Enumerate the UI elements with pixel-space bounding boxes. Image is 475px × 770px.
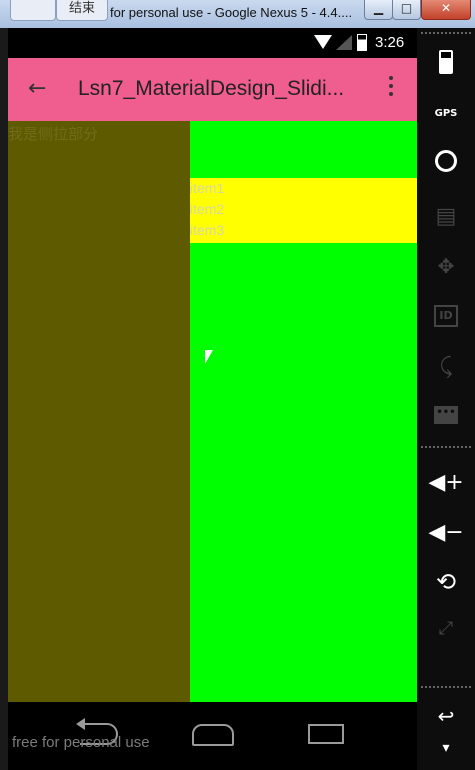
more-vert-icon[interactable] [388,76,394,100]
side-drawer[interactable]: 我是侧拉部分 [8,121,190,702]
window-titlebar: 结束 for personal use - Google Nexus 5 - 4… [0,0,475,28]
fullscreen-icon: ⤢ [438,618,454,639]
arrow-back-icon[interactable]: ← [28,77,46,101]
camera-icon[interactable] [417,150,475,172]
message-icon: ••• [417,406,475,424]
signal-icon [336,35,352,50]
nav-home-icon[interactable] [192,724,234,746]
toolbar-divider [421,686,471,688]
window-title: for personal use - Google Nexus 5 - 4.4.… [110,5,353,20]
toolbar-divider [421,446,471,448]
volume-up-icon[interactable]: ◀+ [417,470,475,495]
home-icon[interactable] [10,0,56,21]
battery-tool-icon[interactable] [417,50,475,74]
content-area: 我是侧拉部分 item1 item2 item3 [8,121,417,702]
status-bar: 3:26 [8,28,417,58]
rotate-icon[interactable]: ⟲ [417,568,475,596]
app-bar: ← Lsn7_MaterialDesign_Slidi... [8,58,417,121]
wifi-icon [314,35,332,49]
emulator-toolbar: GPS ▤ ✥ ID ⤹ ••• ◀+ ◀− ⟲ ⤢ ↩ ▾ [417,28,475,770]
item-list: item1 item2 item3 [190,178,417,243]
list-item-3[interactable]: item3 [190,220,417,241]
end-tab[interactable]: 结束 [56,0,108,21]
move-icon: ✥ [437,254,455,278]
chevron-down-icon[interactable]: ▾ [417,740,475,756]
list-item-1[interactable]: item1 [190,178,417,199]
list-item-2[interactable]: item2 [190,199,417,220]
video-icon: ▤ [435,204,457,229]
nav-recents-icon[interactable] [308,724,344,744]
back-tool-icon[interactable]: ↩ [417,704,475,728]
close-button[interactable]: ✕ [421,0,471,20]
app-title: Lsn7_MaterialDesign_Slidi... [78,77,345,100]
main-content: item1 item2 item3 [190,121,417,702]
minimize-button[interactable]: ▁ [364,0,393,20]
id-icon: ID [417,305,475,327]
toolbar-divider [421,32,471,34]
drawer-label: 我是侧拉部分 [8,125,99,143]
battery-icon [357,34,367,51]
status-time: 3:26 [375,34,405,51]
mouse-cursor-icon [205,350,213,364]
phone-screen: 3:26 ← Lsn7_MaterialDesign_Slidi... 我是侧拉… [8,28,417,770]
gps-icon[interactable]: GPS [417,108,475,119]
volume-down-icon[interactable]: ◀− [417,520,475,545]
rss-icon: ⤹ [439,354,453,379]
watermark-text: free for personal use [12,734,150,751]
maximize-button[interactable]: □ [392,0,421,20]
